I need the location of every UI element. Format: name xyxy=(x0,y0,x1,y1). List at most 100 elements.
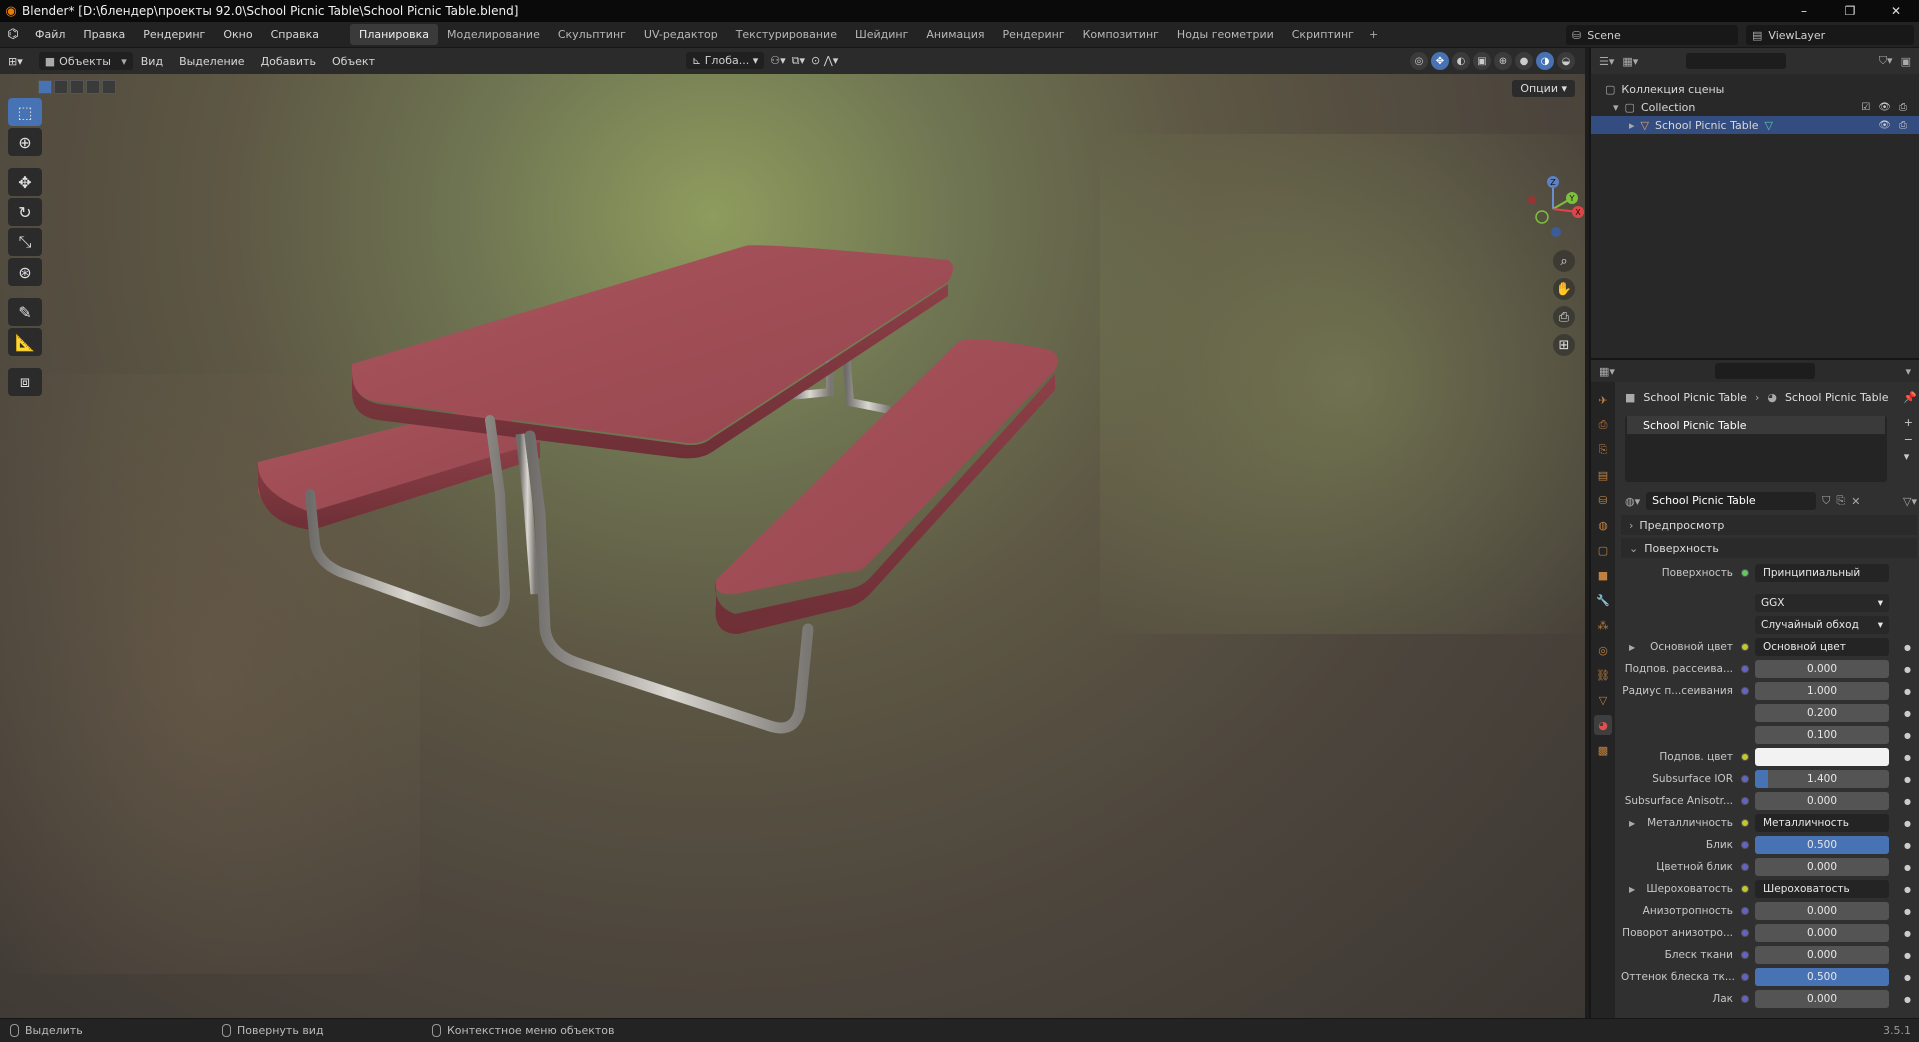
keyframe-dot-icon[interactable]: ● xyxy=(1904,819,1911,828)
wireframe-shading-icon[interactable]: ⊕ xyxy=(1494,52,1512,70)
navigation-gizmo[interactable]: Z Y X xyxy=(1518,174,1585,244)
socket-icon[interactable] xyxy=(1741,687,1749,695)
bsdf-property-value[interactable]: 1.000 xyxy=(1755,682,1889,700)
render-camera-icon[interactable]: ⎙ xyxy=(1899,120,1907,131)
object-tab-icon[interactable]: ■ xyxy=(1594,565,1612,585)
subsurface-method-dropdown[interactable]: Случайный обход ▾ xyxy=(1755,616,1889,634)
tab-geometry-nodes[interactable]: Ноды геометрии xyxy=(1168,24,1283,45)
pivot-icon[interactable]: ⚇▾ xyxy=(770,54,785,67)
scene-tab-icon[interactable]: ⛁ xyxy=(1594,490,1612,510)
checkbox-icon[interactable]: ☑ xyxy=(1861,102,1870,113)
keyframe-dot-icon[interactable]: ● xyxy=(1904,797,1911,806)
collection-tab-icon[interactable]: ▢ xyxy=(1594,540,1612,560)
keyframe-dot-icon[interactable]: ● xyxy=(1904,973,1911,982)
view-layer-selector[interactable]: ▤ ViewLayer xyxy=(1746,25,1914,45)
socket-icon[interactable] xyxy=(1741,907,1749,915)
menu-edit[interactable]: Правка xyxy=(74,28,134,41)
socket-icon[interactable] xyxy=(1741,885,1749,893)
tab-modeling[interactable]: Моделирование xyxy=(438,24,549,45)
socket-icon[interactable] xyxy=(1741,753,1749,761)
socket-icon[interactable] xyxy=(1741,995,1749,1003)
editor-type-icon[interactable]: ⊞▾ xyxy=(0,55,31,68)
unlink-x-icon[interactable]: ✕ xyxy=(1851,495,1860,508)
socket-icon[interactable] xyxy=(1741,819,1749,827)
menu-view[interactable]: Вид xyxy=(133,55,171,68)
socket-icon[interactable] xyxy=(1741,643,1749,651)
socket-icon[interactable] xyxy=(1741,973,1749,981)
pin-icon[interactable]: 📌 xyxy=(1903,391,1917,404)
bsdf-property-value[interactable]: 0.200 xyxy=(1755,704,1889,722)
material-preview-shading-icon[interactable]: ◑ xyxy=(1536,52,1554,70)
outliner-collection[interactable]: ▾ ▢ Collection ☑ 👁 ⎙ xyxy=(1591,98,1919,116)
tab-texture-paint[interactable]: Текстурирование xyxy=(727,24,846,45)
rendered-shading-icon[interactable]: ◒ xyxy=(1557,52,1575,70)
outliner-scene-collection[interactable]: ▢ Коллекция сцены xyxy=(1591,80,1919,98)
texture-tab-icon[interactable]: ▩ xyxy=(1594,740,1612,760)
material-slot-list[interactable]: School Picnic Table xyxy=(1625,416,1887,482)
bsdf-property-value[interactable]: 0.000 xyxy=(1755,902,1889,920)
select-box-icon[interactable]: ⬚ xyxy=(8,98,42,126)
tab-layout[interactable]: Планировка xyxy=(350,24,439,45)
keyframe-dot-icon[interactable]: ● xyxy=(1904,753,1911,762)
blender-menu-icon[interactable]: ⌬ xyxy=(0,27,26,42)
bsdf-property-value[interactable]: Металличность xyxy=(1755,814,1889,832)
menu-file[interactable]: Файл xyxy=(26,28,74,41)
menu-select[interactable]: Выделение xyxy=(171,55,253,68)
link-mode-icon[interactable]: ▽▾ xyxy=(1903,495,1917,508)
zoom-icon[interactable]: ⌕ xyxy=(1553,250,1575,272)
menu-add[interactable]: Добавить xyxy=(253,55,324,68)
solid-shading-icon[interactable]: ● xyxy=(1515,52,1533,70)
material-slot-row[interactable]: School Picnic Table xyxy=(1627,416,1885,434)
visibility-icon[interactable]: ◎ xyxy=(1410,52,1428,70)
bsdf-property-value[interactable]: 0.000 xyxy=(1755,792,1889,810)
data-tab-icon[interactable]: ▽ xyxy=(1594,690,1612,710)
xray-icon[interactable]: ▣ xyxy=(1473,52,1491,70)
surface-shader-field[interactable]: Принципиальный BSDF xyxy=(1755,564,1889,582)
display-mode-icon[interactable]: ▦▾ xyxy=(1622,55,1638,68)
outliner-editor-icon[interactable]: ☰▾ xyxy=(1599,55,1614,68)
bsdf-property-value[interactable]: 0.000 xyxy=(1755,946,1889,964)
proportional-edit-icon[interactable]: ⊙ ⋀▾ xyxy=(811,54,838,67)
view-layer-tab-icon[interactable]: ▤ xyxy=(1594,465,1612,485)
keyframe-dot-icon[interactable]: ● xyxy=(1904,643,1911,652)
preview-panel-header[interactable]: › Предпросмотр xyxy=(1621,515,1917,535)
tab-rendering[interactable]: Рендеринг xyxy=(994,24,1074,45)
render-tab-icon[interactable]: ⎙ xyxy=(1594,415,1612,435)
mode-dropdown[interactable]: ■ Объекты ▾ xyxy=(38,52,133,70)
duplicate-icon[interactable]: ⎘ xyxy=(1836,494,1845,508)
particles-tab-icon[interactable]: ⁂ xyxy=(1594,615,1612,635)
scale-icon[interactable]: ⤡ xyxy=(8,228,42,256)
socket-icon[interactable] xyxy=(1741,797,1749,805)
eye-icon[interactable]: 👁 xyxy=(1878,120,1891,131)
close-button[interactable]: ✕ xyxy=(1873,0,1919,22)
scene-selector[interactable]: ⛁ Scene xyxy=(1566,25,1738,45)
distribution-dropdown[interactable]: GGX ▾ xyxy=(1755,594,1889,612)
bsdf-property-value[interactable] xyxy=(1755,748,1889,766)
new-collection-icon[interactable]: ▣ xyxy=(1901,55,1911,68)
expand-arrow-icon[interactable]: ▶ xyxy=(1629,643,1635,652)
annotate-icon[interactable]: ✎ xyxy=(8,298,42,326)
slot-menu-icon[interactable]: ▾ xyxy=(1904,450,1913,463)
picnic-table-model[interactable] xyxy=(0,74,1585,1018)
tab-scripting[interactable]: Скриптинг xyxy=(1283,24,1363,45)
output-tab-icon[interactable]: ⎘ xyxy=(1594,440,1612,460)
bsdf-property-value[interactable]: 1.400 xyxy=(1755,770,1889,788)
bsdf-property-value[interactable]: 0.100 xyxy=(1755,726,1889,744)
keyframe-dot-icon[interactable]: ● xyxy=(1904,929,1911,938)
outliner-object-row[interactable]: ▸ ▽ School Picnic Table ▽ 👁 ⎙ xyxy=(1591,116,1919,134)
snap-icon[interactable]: ⧉▾ xyxy=(792,54,805,68)
eye-icon[interactable]: 👁 xyxy=(1878,102,1891,113)
filter-icon[interactable]: ⛉▾ xyxy=(1879,54,1893,68)
transform-orientation-dropdown[interactable]: ⊾ Глоба... ▾ xyxy=(686,52,765,69)
gizmo-toggle-icon[interactable]: ✥ xyxy=(1431,52,1449,70)
tab-animation[interactable]: Анимация xyxy=(917,24,993,45)
keyframe-dot-icon[interactable]: ● xyxy=(1904,665,1911,674)
socket-icon[interactable] xyxy=(1741,929,1749,937)
expand-arrow-icon[interactable]: ▾ xyxy=(1613,101,1619,114)
add-workspace-button[interactable]: + xyxy=(1363,28,1384,41)
keyframe-dot-icon[interactable]: ● xyxy=(1904,687,1911,696)
cursor-icon[interactable]: ⊕ xyxy=(8,128,42,156)
keyframe-dot-icon[interactable]: ● xyxy=(1904,709,1911,718)
keyframe-dot-icon[interactable]: ● xyxy=(1904,841,1911,850)
bsdf-property-value[interactable]: Основной цвет xyxy=(1755,638,1889,656)
